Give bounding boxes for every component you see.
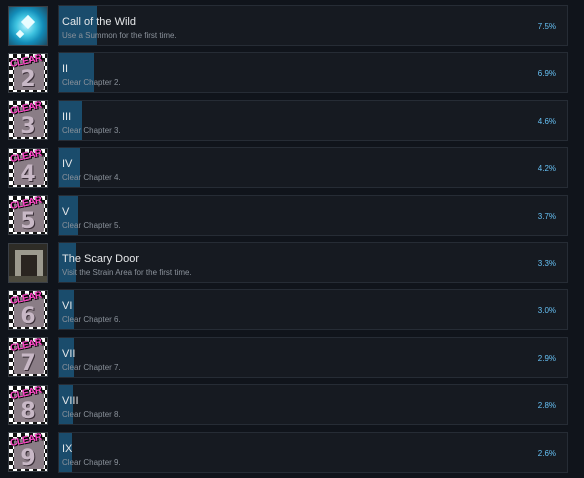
- achievement-description: Clear Chapter 3.: [62, 125, 121, 135]
- achievement-progress-bar: III Clear Chapter 3. 4.6%: [58, 99, 568, 141]
- achievement-row[interactable]: CLEAR 5 V Clear Chapter 5. 3.7%: [8, 194, 568, 236]
- unlock-percent: 3.0%: [537, 306, 556, 316]
- achievement-list: Call of the Wild Use a Summon for the fir…: [0, 0, 584, 478]
- chapter-number: 6: [20, 303, 36, 329]
- achievement-row[interactable]: CLEAR 2 II Clear Chapter 2. 6.9%: [8, 52, 568, 94]
- achievement-progress-bar: V Clear Chapter 5. 3.7%: [58, 194, 568, 236]
- strain-area-door-icon: [8, 242, 48, 283]
- chapter-number: 4: [20, 161, 36, 187]
- achievement-progress-bar: IX Clear Chapter 9. 2.6%: [58, 431, 568, 473]
- achievement-row[interactable]: CLEAR 4 IV Clear Chapter 4. 4.2%: [8, 147, 568, 189]
- clear-chapter-icon: CLEAR 8: [8, 384, 48, 425]
- unlock-percent: 3.7%: [537, 211, 556, 221]
- achievement-progress-bar: II Clear Chapter 2. 6.9%: [58, 52, 568, 94]
- clear-chapter-icon: CLEAR 9: [8, 432, 48, 473]
- unlock-percent: 2.9%: [537, 353, 556, 363]
- achievement-description: Use a Summon for the first time.: [62, 31, 177, 40]
- chapter-number: 3: [20, 114, 36, 140]
- achievement-row[interactable]: CLEAR 6 VI Clear Chapter 6. 3.0%: [8, 289, 568, 331]
- unlock-percent: 6.9%: [537, 69, 556, 79]
- achievement-title: Call of the Wild: [62, 16, 136, 28]
- achievement-description: Clear Chapter 9.: [62, 457, 121, 467]
- achievement-title: VIII: [62, 395, 79, 408]
- achievement-row[interactable]: CLEAR 9 IX Clear Chapter 9. 2.6%: [8, 431, 568, 473]
- achievement-row[interactable]: CLEAR 7 VII Clear Chapter 7. 2.9%: [8, 336, 568, 378]
- achievement-description: Clear Chapter 7.: [62, 362, 121, 372]
- achievement-progress-bar: VI Clear Chapter 6. 3.0%: [58, 289, 568, 331]
- achievement-row[interactable]: CLEAR 8 VIII Clear Chapter 8. 2.8%: [8, 384, 568, 426]
- clear-chapter-icon: CLEAR 3: [8, 100, 48, 141]
- achievement-progress-bar: The Scary Door Visit the Strain Area for …: [58, 242, 568, 283]
- achievement-progress-bar: VII Clear Chapter 7. 2.9%: [58, 336, 568, 378]
- unlock-percent: 7.5%: [537, 22, 556, 31]
- achievement-row[interactable]: The Scary Door Visit the Strain Area for …: [8, 242, 568, 283]
- chapter-number: 2: [20, 66, 36, 92]
- unlock-percent: 2.8%: [537, 401, 556, 411]
- achievement-row[interactable]: Call of the Wild Use a Summon for the fir…: [8, 5, 568, 46]
- achievement-progress-bar: Call of the Wild Use a Summon for the fir…: [58, 5, 568, 46]
- achievement-description: Clear Chapter 8.: [62, 410, 121, 420]
- achievement-progress-bar: VIII Clear Chapter 8. 2.8%: [58, 384, 568, 426]
- unlock-percent: 3.3%: [537, 259, 556, 268]
- chapter-number: 8: [20, 398, 36, 424]
- achievement-description: Clear Chapter 4.: [62, 173, 121, 183]
- achievement-description: Visit the Strain Area for the first time…: [62, 268, 192, 277]
- achievement-description: Clear Chapter 2.: [62, 78, 121, 88]
- achievement-title: V: [62, 205, 70, 218]
- chapter-number: 7: [20, 351, 36, 377]
- achievement-description: Clear Chapter 5.: [62, 220, 121, 230]
- achievement-description: Clear Chapter 6.: [62, 315, 121, 325]
- unlock-percent: 2.6%: [537, 448, 556, 458]
- achievement-title: IX: [62, 442, 73, 455]
- chapter-number: 5: [20, 209, 36, 235]
- clear-chapter-icon: CLEAR 4: [8, 147, 48, 188]
- achievement-title: II: [62, 63, 69, 76]
- achievement-title: The Scary Door: [62, 253, 140, 265]
- achievement-progress-bar: IV Clear Chapter 4. 4.2%: [58, 147, 568, 189]
- clear-chapter-icon: CLEAR 7: [8, 337, 48, 378]
- achievement-title: VII: [62, 347, 76, 360]
- unlock-percent: 4.2%: [537, 164, 556, 174]
- achievement-title: IV: [62, 158, 73, 171]
- chapter-number: 9: [20, 446, 36, 472]
- achievement-title: VI: [62, 300, 73, 313]
- clear-chapter-icon: CLEAR 6: [8, 289, 48, 330]
- achievement-title: III: [62, 110, 72, 123]
- clear-chapter-icon: CLEAR 5: [8, 195, 48, 236]
- unlock-percent: 4.6%: [537, 116, 556, 126]
- clear-chapter-icon: CLEAR 2: [8, 52, 48, 93]
- achievement-row[interactable]: CLEAR 3 III Clear Chapter 3. 4.6%: [8, 99, 568, 141]
- summon-icon: [8, 5, 48, 46]
